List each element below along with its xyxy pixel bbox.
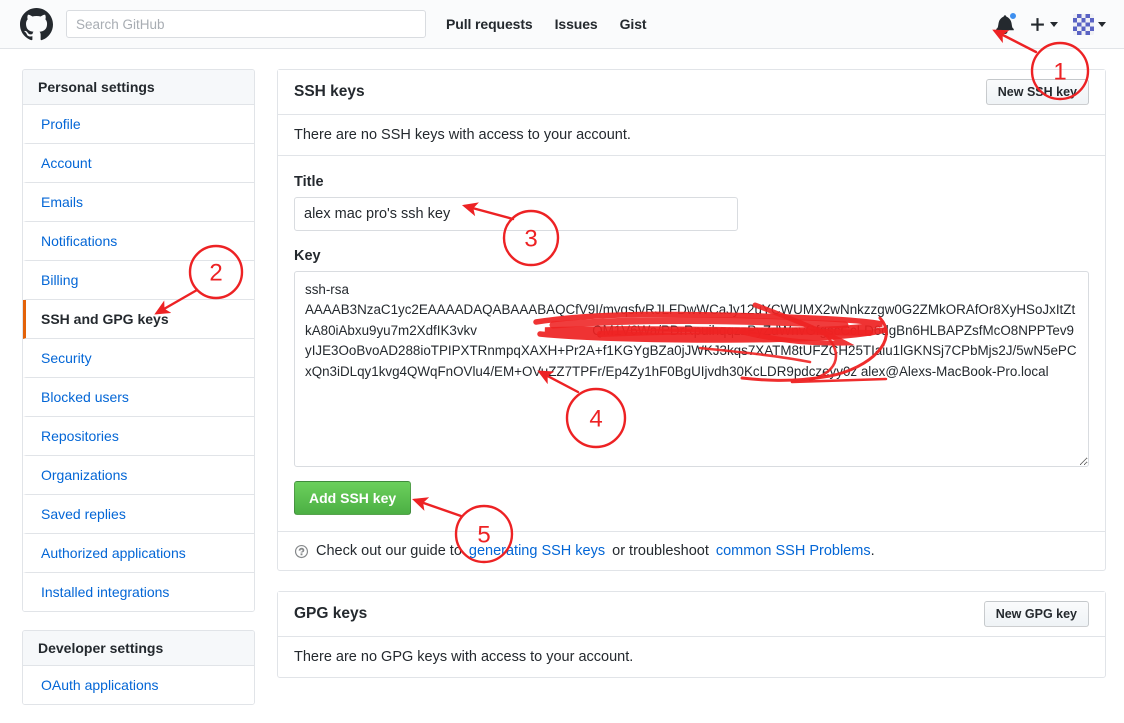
github-home-link[interactable] bbox=[20, 8, 53, 41]
github-mark-icon bbox=[20, 8, 53, 41]
generating-ssh-keys-link[interactable]: generating SSH keys bbox=[469, 543, 605, 559]
sidebar-item-billing[interactable]: Billing bbox=[23, 261, 254, 300]
gpg-keys-title: GPG keys bbox=[294, 605, 367, 623]
chevron-down-icon bbox=[1050, 22, 1058, 27]
gpg-keys-empty-message: There are no GPG keys with access to you… bbox=[278, 637, 1105, 677]
sidebar-item-emails[interactable]: Emails bbox=[23, 183, 254, 222]
ssh-keys-panel: SSH keys New SSH key There are no SSH ke… bbox=[277, 69, 1106, 571]
ssh-key-textarea[interactable] bbox=[294, 271, 1089, 467]
sidebar-item-notifications[interactable]: Notifications bbox=[23, 222, 254, 261]
sidebar-item-installed-integrations[interactable]: Installed integrations bbox=[23, 573, 254, 611]
sidebar-item-saved-replies[interactable]: Saved replies bbox=[23, 495, 254, 534]
global-header: Pull requests Issues Gist bbox=[0, 0, 1124, 49]
nav-issues[interactable]: Issues bbox=[555, 16, 598, 32]
nav-pull-requests[interactable]: Pull requests bbox=[446, 16, 533, 32]
new-gpg-key-button[interactable]: New GPG key bbox=[984, 601, 1089, 627]
sidebar-item-security[interactable]: Security bbox=[23, 339, 254, 378]
nav-gist[interactable]: Gist bbox=[620, 16, 647, 32]
settings-main: SSH keys New SSH key There are no SSH ke… bbox=[277, 69, 1106, 698]
ssh-keys-empty-message: There are no SSH keys with access to you… bbox=[278, 115, 1105, 156]
common-ssh-problems-link[interactable]: common SSH Problems bbox=[716, 543, 871, 559]
ssh-key-label: Key bbox=[294, 248, 1089, 264]
add-ssh-key-button[interactable]: Add SSH key bbox=[294, 481, 411, 515]
settings-page: Personal settings Profile Account Emails… bbox=[0, 49, 1124, 723]
personal-settings-heading: Personal settings bbox=[23, 70, 254, 105]
notification-indicator-dot bbox=[1009, 12, 1017, 20]
help-text-after: . bbox=[871, 543, 875, 559]
question-circle-icon bbox=[294, 544, 309, 559]
ssh-title-input[interactable] bbox=[294, 197, 738, 231]
ssh-key-form: Title Key Add SSH key bbox=[278, 156, 1105, 532]
avatar bbox=[1073, 14, 1094, 35]
ssh-keys-title: SSH keys bbox=[294, 83, 365, 101]
avatar-dropdown[interactable] bbox=[1073, 14, 1106, 35]
search-input[interactable] bbox=[66, 10, 426, 38]
sidebar-item-blocked-users[interactable]: Blocked users bbox=[23, 378, 254, 417]
chevron-down-icon bbox=[1098, 22, 1106, 27]
gpg-keys-header: GPG keys New GPG key bbox=[278, 592, 1105, 637]
ssh-title-label: Title bbox=[294, 174, 1089, 190]
header-nav: Pull requests Issues Gist bbox=[446, 16, 646, 32]
create-new-button[interactable] bbox=[1029, 16, 1058, 33]
header-actions bbox=[996, 14, 1106, 35]
sidebar-item-repositories[interactable]: Repositories bbox=[23, 417, 254, 456]
gpg-keys-panel: GPG keys New GPG key There are no GPG ke… bbox=[277, 591, 1106, 678]
settings-sidebar: Personal settings Profile Account Emails… bbox=[22, 69, 255, 723]
ssh-keys-header: SSH keys New SSH key bbox=[278, 70, 1105, 115]
new-ssh-key-button[interactable]: New SSH key bbox=[986, 79, 1089, 105]
developer-settings-heading: Developer settings bbox=[23, 631, 254, 666]
sidebar-item-profile[interactable]: Profile bbox=[23, 105, 254, 144]
sidebar-item-oauth-applications[interactable]: OAuth applications bbox=[23, 666, 254, 704]
sidebar-item-organizations[interactable]: Organizations bbox=[23, 456, 254, 495]
sidebar-item-authorized-applications[interactable]: Authorized applications bbox=[23, 534, 254, 573]
help-text-before: Check out our guide to bbox=[316, 543, 462, 559]
ssh-keys-help-footer: Check out our guide to generating SSH ke… bbox=[278, 532, 1105, 570]
developer-settings-menu: Developer settings OAuth applications bbox=[22, 630, 255, 705]
help-text-middle: or troubleshoot bbox=[612, 543, 709, 559]
notifications-button[interactable] bbox=[996, 14, 1014, 34]
personal-settings-menu: Personal settings Profile Account Emails… bbox=[22, 69, 255, 612]
plus-icon bbox=[1029, 16, 1046, 33]
sidebar-item-ssh-and-gpg-keys[interactable]: SSH and GPG keys bbox=[23, 300, 254, 339]
sidebar-item-account[interactable]: Account bbox=[23, 144, 254, 183]
